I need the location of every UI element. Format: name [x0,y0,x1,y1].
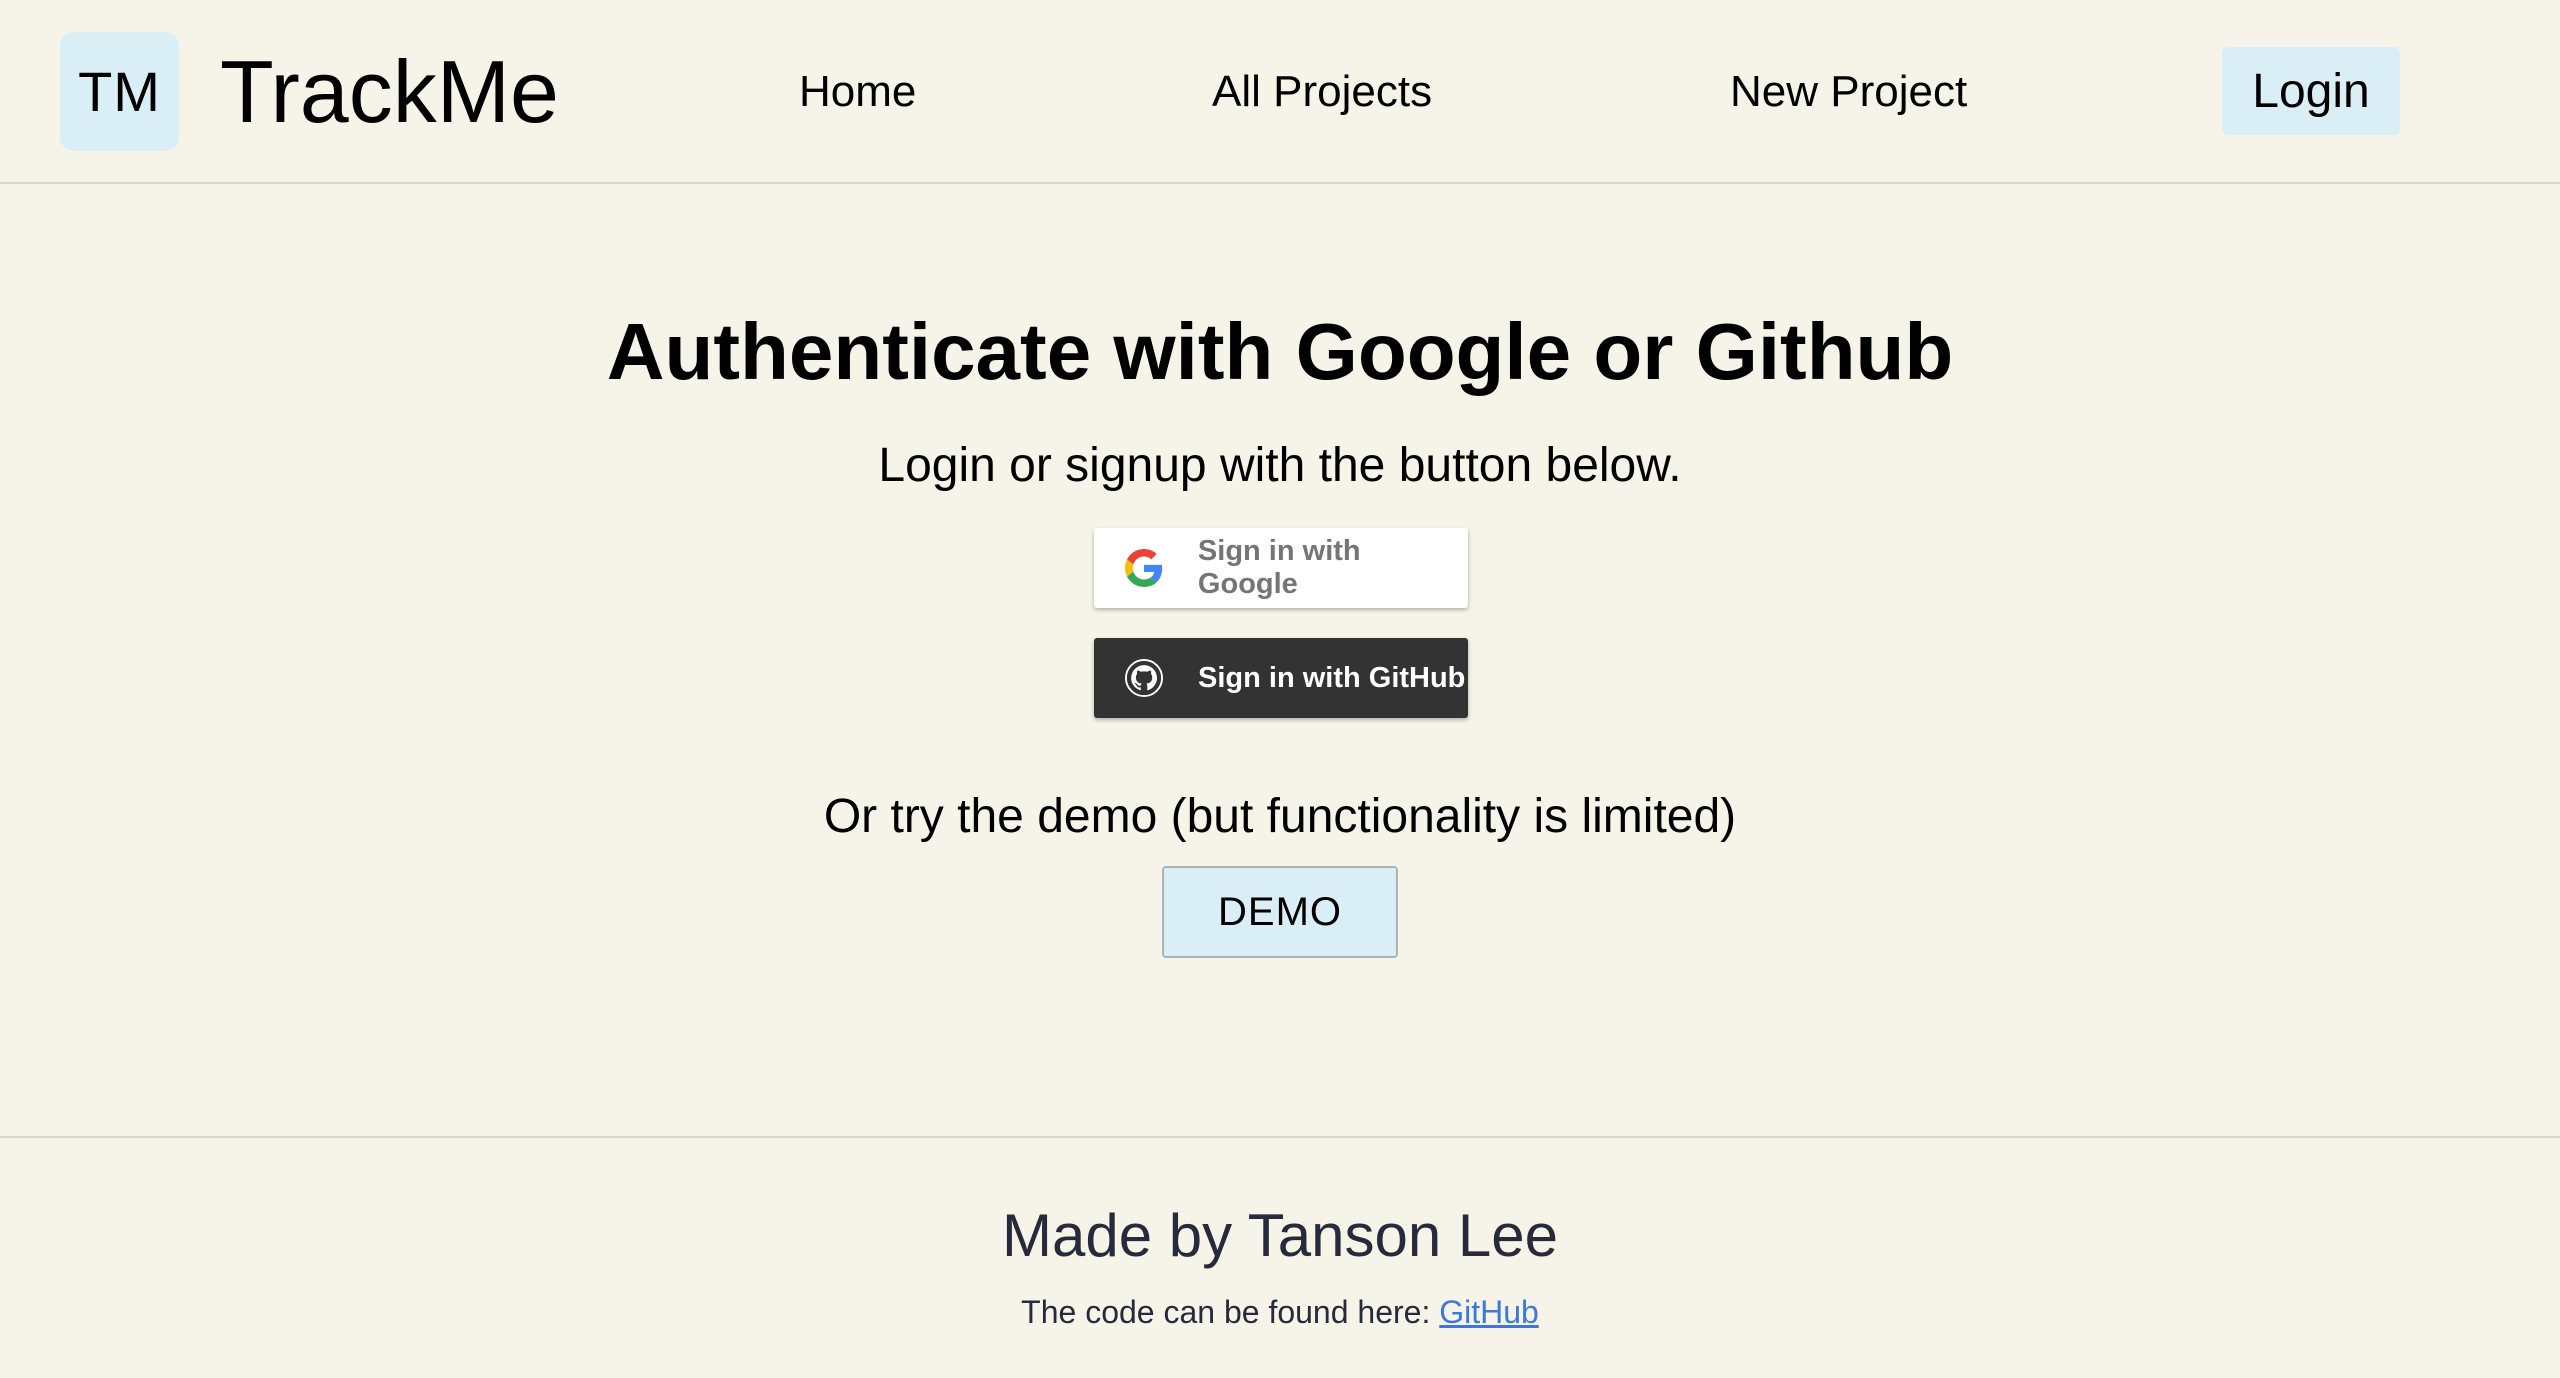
nav-new-project-link[interactable]: New Project [1730,62,1967,122]
auth-subtitle: Login or signup with the button below. [878,439,1682,492]
demo-button-label: DEMO [1218,889,1342,934]
logo-text: TM [78,60,161,123]
page: TM TrackMe Home All Projects New Project… [0,0,2560,1378]
login-button-label: Login [2252,64,2370,118]
sign-in-github-button[interactable]: Sign in with GitHub [1094,638,1468,718]
login-button[interactable]: Login [2222,47,2400,135]
google-icon [1124,548,1164,588]
footer-github-link[interactable]: GitHub [1439,1294,1539,1330]
brand-name[interactable]: TrackMe [220,40,559,144]
page-title: Authenticate with Google or Github [606,307,1954,396]
demo-button[interactable]: DEMO [1162,866,1398,958]
demo-description: Or try the demo (but functionality is li… [823,790,1737,843]
top-navbar: TM TrackMe Home All Projects New Project… [0,0,2560,184]
logo-badge[interactable]: TM [60,32,179,151]
sign-in-google-button[interactable]: Sign in with Google [1094,528,1468,608]
footer-note-text: The code can be found here: [1021,1294,1440,1330]
footer-note: The code can be found here: GitHub [0,1290,2560,1334]
nav-all-projects-link[interactable]: All Projects [1212,62,1432,122]
sign-in-github-label: Sign in with GitHub [1198,661,1466,694]
sign-in-google-label: Sign in with Google [1197,535,1361,600]
footer: Made by Tanson Lee The code can be found… [0,1136,2560,1378]
footer-credit: Made by Tanson Lee [1002,1202,1558,1269]
github-icon [1124,658,1164,698]
nav-home-link[interactable]: Home [799,62,916,122]
